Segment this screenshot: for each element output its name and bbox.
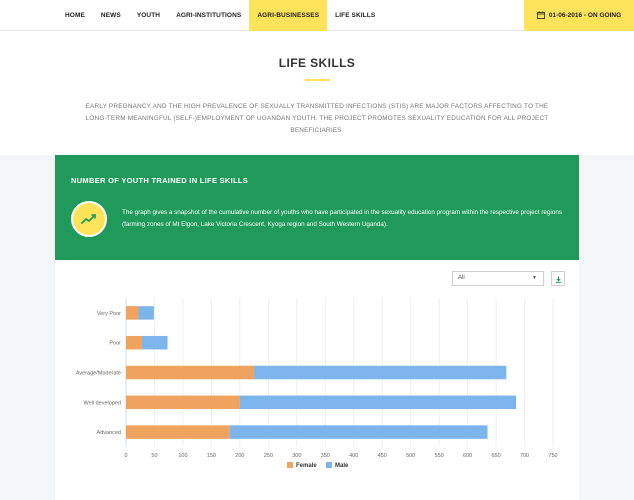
nav-menu: HOME NEWS YOUTH AGRI-INSTITUTIONS AGRI-B… <box>57 0 383 31</box>
bar-female <box>126 306 139 320</box>
legend-label-male: Male <box>335 463 349 469</box>
y-tick-label: Poor <box>109 341 121 347</box>
y-tick-label: Well developed <box>83 400 121 406</box>
y-tick-label: Advanced <box>97 430 121 436</box>
x-tick-label: 250 <box>264 453 273 459</box>
bar-female <box>126 425 230 439</box>
bar-male <box>239 395 516 410</box>
x-tick-label: 700 <box>520 453 529 459</box>
nav-item-life-skills[interactable]: LIFE SKILLS <box>327 0 383 31</box>
calendar-icon <box>536 11 545 21</box>
bar-male <box>254 365 507 380</box>
nav-item-agri-businesses[interactable]: AGRI-BUSINESSES <box>249 0 328 31</box>
x-tick-label: 200 <box>235 453 244 459</box>
x-tick-label: 0 <box>124 453 127 459</box>
intro-text: EARLY PREGNANCY AND THE HIGH PREVALENCE … <box>85 103 549 134</box>
date-status-text: 01-06-2016 - ON GOING <box>548 12 622 19</box>
y-tick-label: Average/Moderate <box>76 371 121 377</box>
y-tick-label: Very Poor <box>97 311 121 317</box>
nav-item-home[interactable]: HOME <box>57 0 93 31</box>
x-tick-label: 650 <box>491 453 500 459</box>
x-tick-label: 300 <box>292 453 301 459</box>
project-date-status: 01-06-2016 - ON GOING <box>524 0 634 31</box>
stacked-bar-chart: 0 50 100 150 200 250 300 350 400 450 500 550 600 650 7… <box>76 298 558 469</box>
bar-female <box>126 395 240 410</box>
bar-male <box>141 335 168 350</box>
chart-card: NUMBER OF YOUTH TRAINED IN LIFE SKILLS T… <box>55 155 579 500</box>
x-tick-label: 450 <box>378 453 387 459</box>
x-tick-label: 400 <box>349 453 358 459</box>
x-tick-label: 750 <box>548 453 557 459</box>
x-tick-label: 600 <box>463 453 472 459</box>
legend-swatch-male <box>326 462 332 468</box>
x-tick-label: 500 <box>406 453 415 459</box>
nav-item-news[interactable]: NEWS <box>93 0 129 31</box>
top-navigation: HOME NEWS YOUTH AGRI-INSTITUTIONS AGRI-B… <box>0 0 634 31</box>
bar-female <box>126 365 255 380</box>
bar-female <box>126 335 142 350</box>
nav-item-youth[interactable]: YOUTH <box>129 0 168 31</box>
x-tick-label: 50 <box>151 453 157 459</box>
bar-male <box>229 425 488 439</box>
title-underline <box>305 79 330 81</box>
legend-swatch-female <box>287 462 293 468</box>
x-tick-label: 100 <box>178 453 187 459</box>
bar-male <box>138 306 154 320</box>
x-tick-label: 550 <box>435 453 444 459</box>
nav-item-agri-institutions[interactable]: AGRI-INSTITUTIONS <box>168 0 249 31</box>
page-header: LIFE SKILLS EARLY PREGNANCY AND THE HIGH… <box>0 31 634 155</box>
legend-label-female: Female <box>296 463 317 469</box>
x-tick-label: 150 <box>207 453 216 459</box>
x-tick-label: 350 <box>321 453 330 459</box>
page-title: LIFE SKILLS <box>278 56 356 70</box>
